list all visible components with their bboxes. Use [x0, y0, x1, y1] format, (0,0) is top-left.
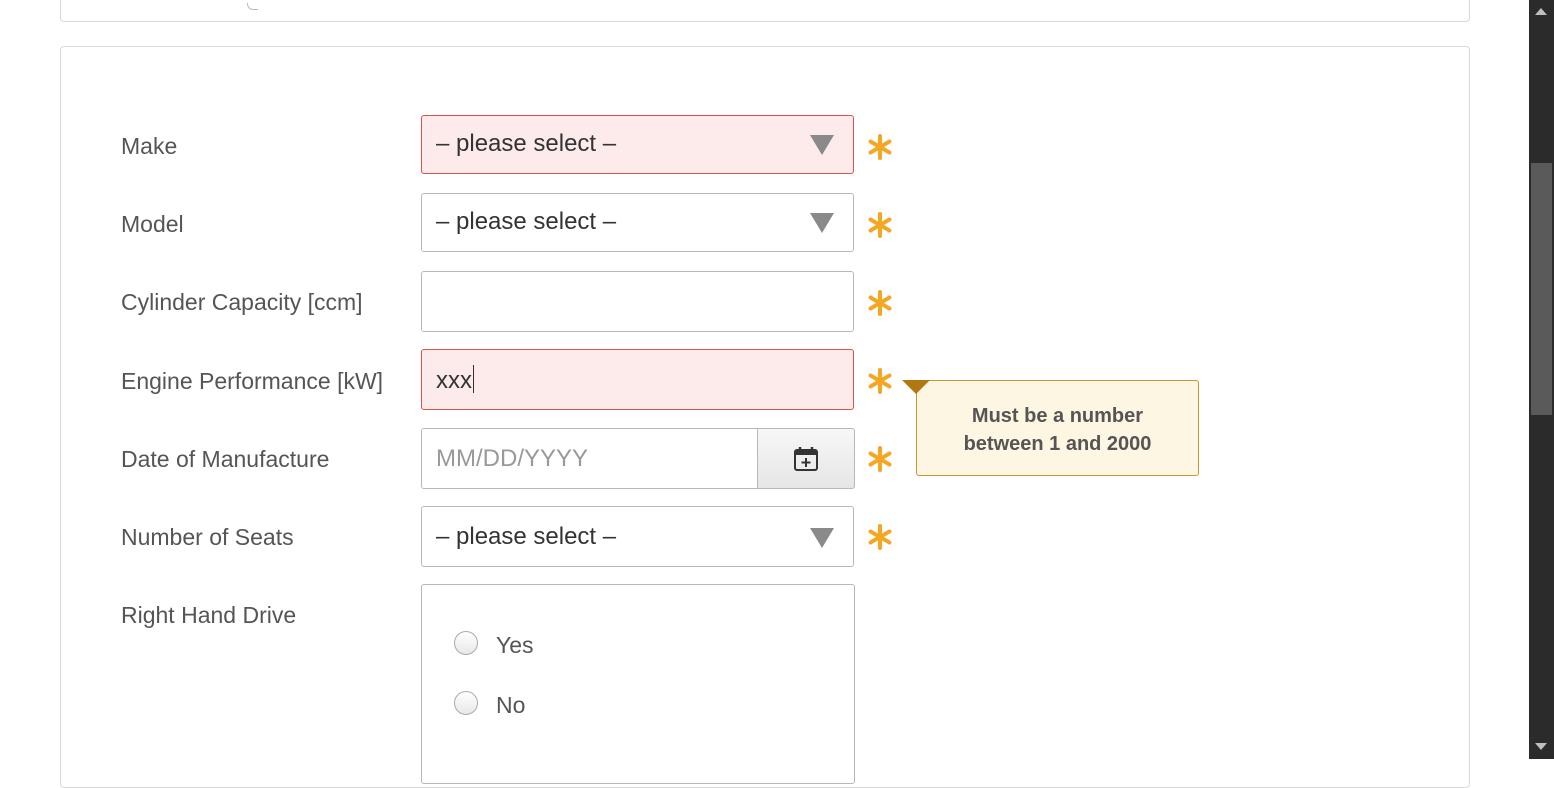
right-hand-drive-options — [421, 584, 855, 784]
required-asterisk-icon — [868, 446, 892, 472]
engine-performance-input[interactable]: xxx — [421, 349, 854, 410]
model-select-value: – please select – — [436, 208, 617, 235]
tooltip-line-2: between 1 and 2000 — [963, 433, 1152, 455]
required-asterisk-icon — [868, 134, 892, 160]
scroll-down-arrow-icon[interactable] — [1535, 743, 1547, 750]
date-of-manufacture-input[interactable]: MM/DD/YYYY — [421, 428, 758, 489]
number-of-seats-label: Number of Seats — [121, 524, 294, 550]
required-asterisk-icon — [868, 368, 892, 394]
clipped-text-fragment — [247, 3, 258, 10]
engine-performance-value-wrap: xxx — [436, 365, 474, 396]
chevron-down-icon — [810, 528, 834, 548]
engine-performance-value: xxx — [436, 367, 472, 394]
cylinder-capacity-input[interactable] — [421, 271, 854, 332]
model-select[interactable]: – please select – — [421, 193, 854, 252]
number-of-seats-select[interactable]: – please select – — [421, 506, 854, 567]
number-of-seats-value: – please select – — [436, 523, 617, 550]
make-select-value: – please select – — [436, 130, 617, 157]
chevron-down-icon — [810, 213, 834, 233]
make-label: Make — [121, 133, 178, 159]
radio-no-label[interactable]: No — [496, 690, 525, 720]
required-asterisk-icon — [868, 524, 892, 550]
date-of-manufacture-label: Date of Manufacture — [121, 446, 330, 472]
date-picker-button[interactable] — [757, 428, 855, 489]
right-hand-drive-label: Right Hand Drive — [121, 602, 297, 628]
scroll-up-arrow-icon[interactable] — [1535, 8, 1547, 15]
tooltip-arrow — [902, 380, 930, 394]
model-label: Model — [121, 211, 184, 237]
validation-tooltip: Must be a number between 1 and 2000 — [916, 380, 1199, 476]
date-of-manufacture-group: MM/DD/YYYY — [421, 428, 855, 489]
tooltip-line-1: Must be a number — [971, 405, 1144, 427]
radio-yes[interactable] — [454, 631, 478, 655]
engine-performance-label: Engine Performance [kW] — [121, 368, 384, 394]
radio-no[interactable] — [454, 691, 478, 715]
cylinder-capacity-label: Cylinder Capacity [ccm] — [121, 289, 363, 315]
make-select[interactable]: – please select – — [421, 115, 854, 174]
previous-panel — [60, 0, 1470, 22]
calendar-plus-icon — [794, 446, 818, 471]
scrollbar-thumb[interactable] — [1531, 163, 1552, 415]
required-asterisk-icon — [868, 212, 892, 238]
radio-yes-label[interactable]: Yes — [496, 630, 534, 660]
chevron-down-icon — [810, 135, 834, 155]
text-cursor — [473, 365, 474, 393]
date-placeholder: MM/DD/YYYY — [436, 445, 589, 472]
required-asterisk-icon — [868, 290, 892, 316]
